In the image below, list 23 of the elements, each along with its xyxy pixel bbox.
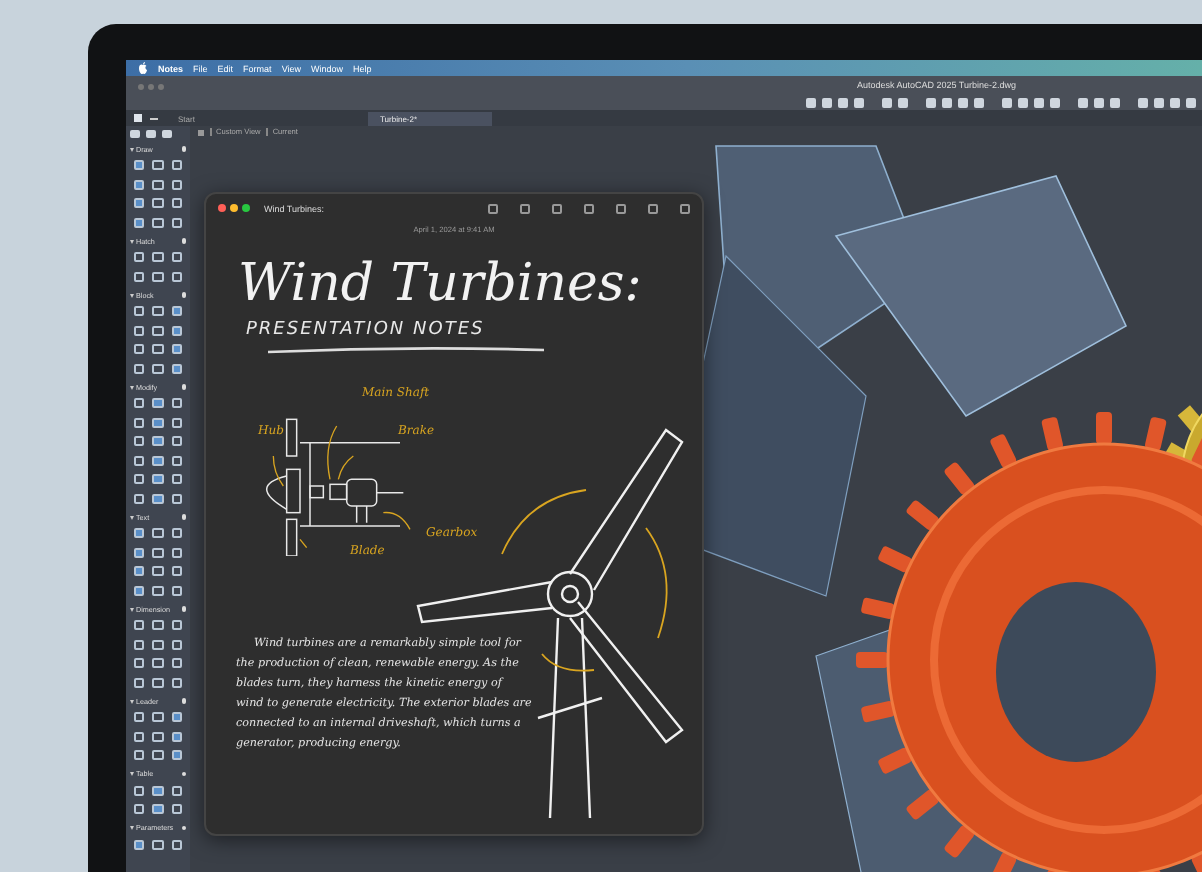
minimize-icon[interactable]	[230, 204, 238, 212]
note-heading: Wind Turbines:	[238, 258, 644, 310]
toolbar-icon[interactable]	[648, 203, 658, 213]
options-icon[interactable]	[181, 606, 186, 612]
zoom-icon[interactable]	[242, 204, 250, 212]
close-icon[interactable]	[218, 204, 226, 212]
viewport-menu-icon[interactable]	[198, 129, 204, 135]
toolbar-icon[interactable]	[616, 203, 626, 213]
options-icon[interactable]	[181, 514, 186, 520]
options-icon[interactable]	[181, 238, 186, 244]
options-icon[interactable]	[181, 771, 186, 777]
options-icon[interactable]	[181, 825, 186, 831]
toolbar-icon[interactable]	[680, 203, 690, 213]
toolbar-icon[interactable]	[520, 203, 530, 213]
toolbar-icon[interactable]	[488, 203, 498, 213]
note-subheading: PRESENTATION NOTES	[246, 320, 487, 340]
options-icon[interactable]	[181, 698, 186, 704]
apple-logo-icon	[138, 62, 148, 74]
options-icon[interactable]	[181, 292, 186, 298]
options-icon[interactable]	[181, 146, 186, 152]
toolbar-icon[interactable]	[552, 203, 562, 213]
options-icon[interactable]	[181, 384, 186, 390]
toolbar-icon[interactable]	[584, 203, 594, 213]
